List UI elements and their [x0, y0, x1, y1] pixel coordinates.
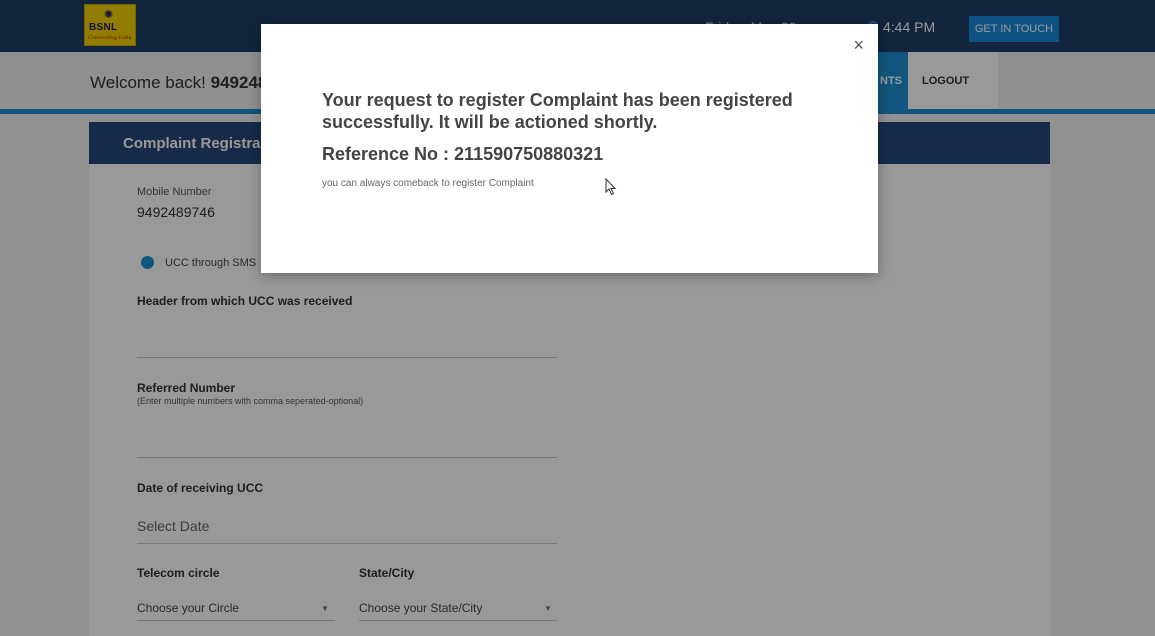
success-modal: × Your request to register Complaint has… [261, 24, 878, 273]
modal-subtext: you can always comeback to register Comp… [322, 178, 534, 189]
success-message: Your request to register Complaint has b… [322, 90, 793, 132]
close-icon[interactable]: × [853, 36, 864, 54]
reference-number: Reference No : 211590750880321 [322, 144, 604, 164]
mouse-pointer-icon [605, 178, 617, 196]
